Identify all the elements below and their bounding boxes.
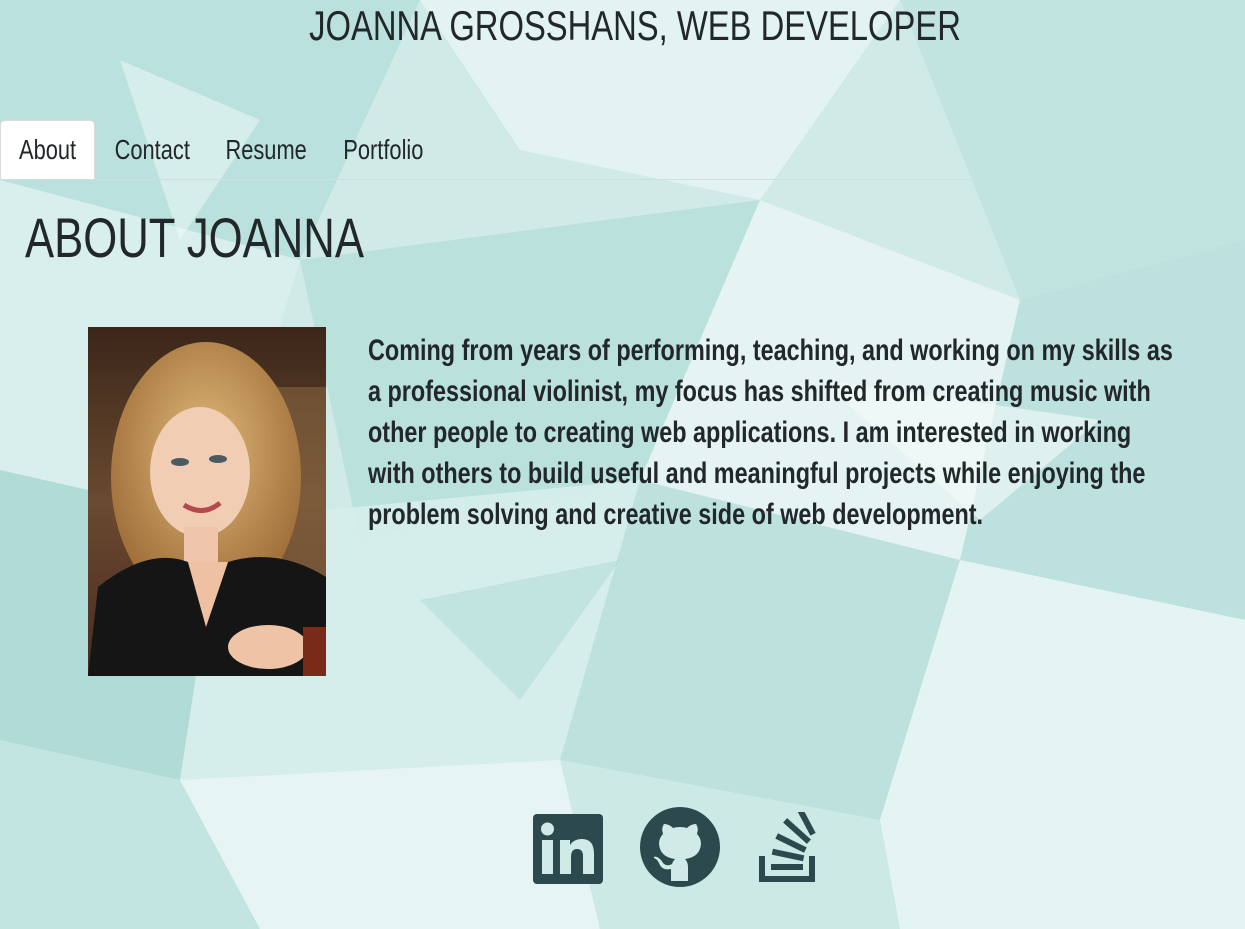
github-link[interactable] xyxy=(640,807,720,887)
tab-portfolio[interactable]: Portfolio xyxy=(323,120,443,179)
tab-portfolio-label: Portfolio xyxy=(342,133,424,165)
profile-photo xyxy=(88,327,326,676)
tab-about-label: About xyxy=(18,134,77,165)
tab-contact[interactable]: Contact xyxy=(95,120,209,179)
main-nav-tabs: About Contact Resume Portfolio xyxy=(0,120,1245,180)
stackoverflow-icon xyxy=(759,812,816,882)
linkedin-icon xyxy=(533,814,603,884)
site-title: JOANNA GROSSHANS, WEB DEVELOPER xyxy=(309,2,961,49)
tab-resume[interactable]: Resume xyxy=(209,120,323,179)
stackoverflow-link[interactable] xyxy=(757,812,819,884)
social-links xyxy=(0,807,1245,887)
tab-about[interactable]: About xyxy=(0,120,95,179)
linkedin-link[interactable] xyxy=(533,814,603,884)
about-bio: Coming from years of performing, teachin… xyxy=(368,334,1173,531)
about-heading: ABOUT JOANNA xyxy=(25,206,364,269)
tab-resume-label: Resume xyxy=(225,133,307,165)
tab-contact-label: Contact xyxy=(114,133,190,165)
github-icon xyxy=(640,807,720,887)
